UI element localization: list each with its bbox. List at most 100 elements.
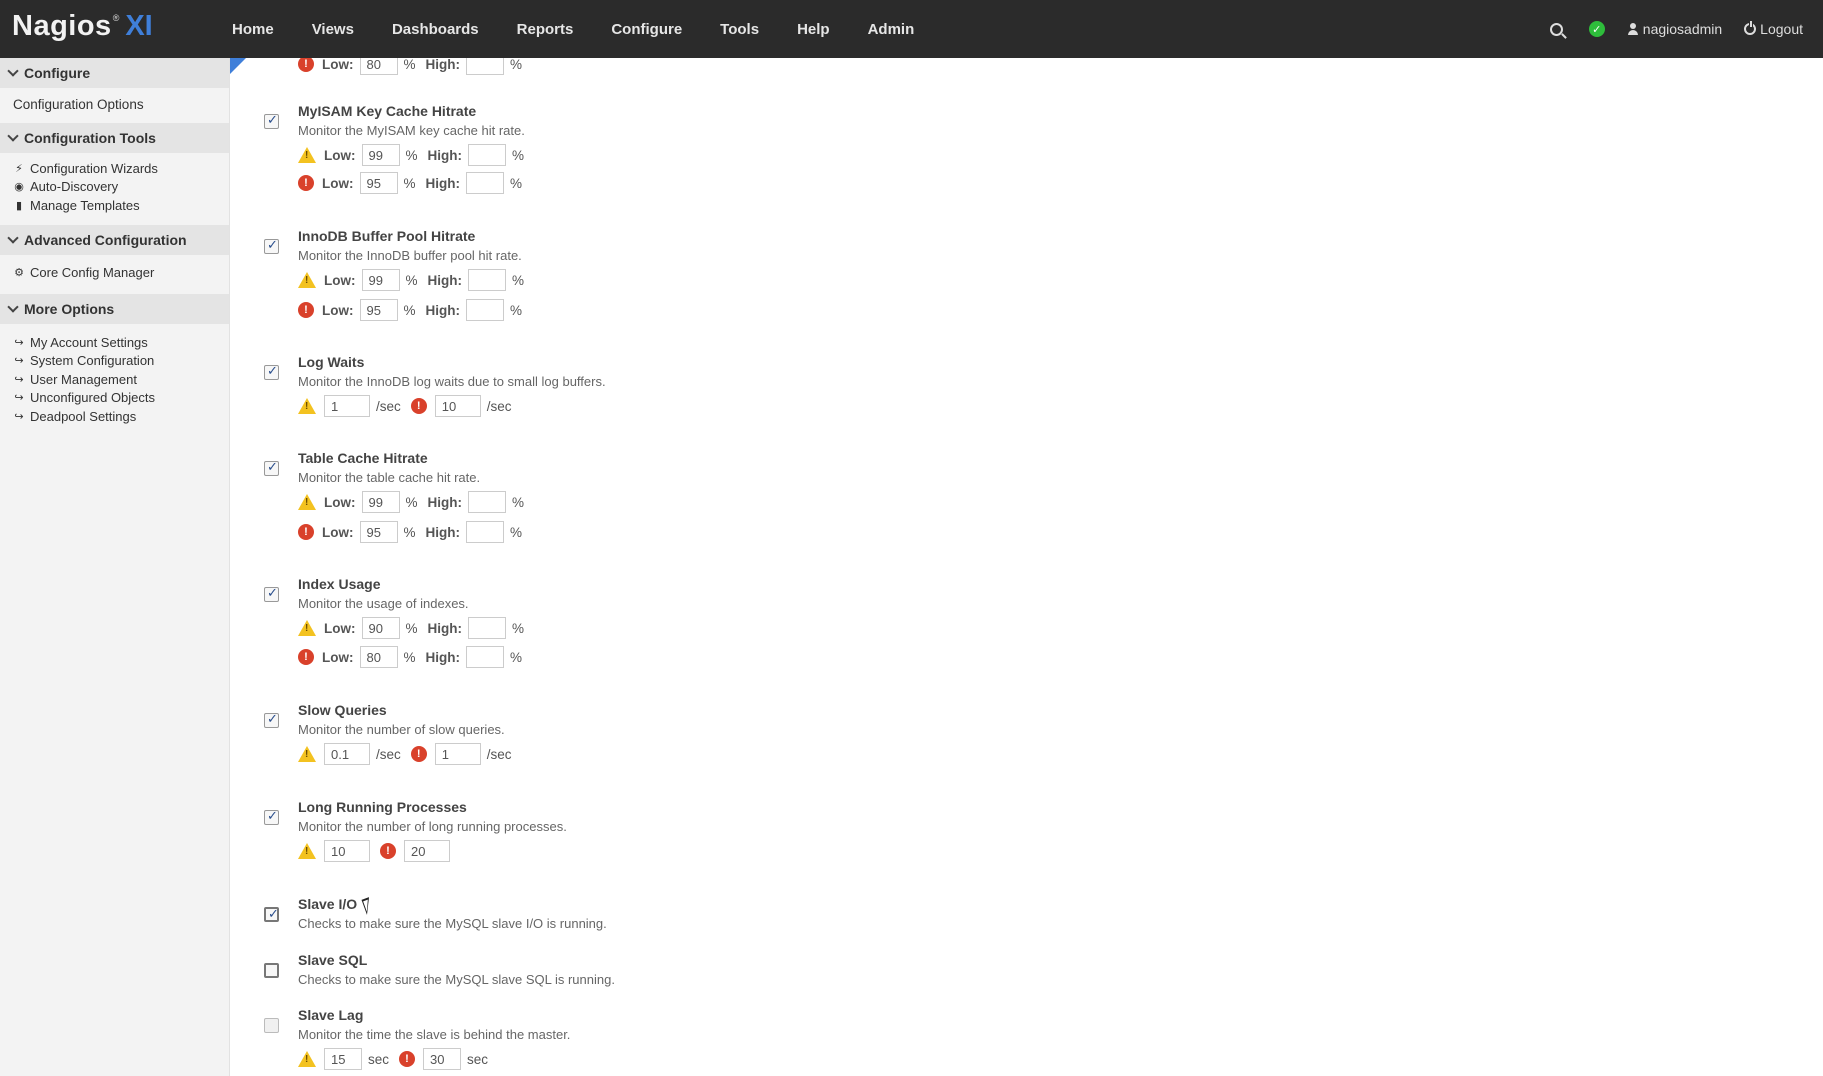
nav-home[interactable]: Home bbox=[232, 21, 274, 38]
nagios-xi-logo[interactable]: Nagios ® XI bbox=[12, 10, 153, 50]
critical-icon: ! bbox=[298, 524, 314, 540]
check-desc-table-cache: Monitor the table cache hit rate. bbox=[298, 470, 481, 485]
warning-input[interactable] bbox=[324, 840, 370, 862]
nav-help[interactable]: Help bbox=[797, 21, 830, 38]
section-title: Configure bbox=[24, 65, 91, 81]
sidebar-section-body: ⚙ Core Config Manager bbox=[0, 255, 229, 295]
sidebar-section-more-options[interactable]: More Options bbox=[0, 294, 229, 324]
percent-unit: % bbox=[405, 272, 418, 288]
sidebar-item-label: Core Config Manager bbox=[30, 265, 155, 281]
slow-queries-checkbox[interactable] bbox=[264, 711, 279, 728]
critical-low-input[interactable] bbox=[359, 521, 398, 543]
warning-high-input[interactable] bbox=[468, 491, 507, 513]
nav-views[interactable]: Views bbox=[312, 21, 354, 38]
slave-lag-checkbox[interactable] bbox=[264, 1018, 279, 1033]
nav-tools[interactable]: Tools bbox=[720, 21, 759, 38]
sidebar-item-system-configuration[interactable]: ↪ System Configuration bbox=[12, 352, 229, 371]
log-waits-checkbox[interactable] bbox=[264, 363, 279, 380]
percent-unit: % bbox=[512, 620, 525, 636]
critical-high-input[interactable] bbox=[466, 58, 505, 75]
percent-unit: % bbox=[403, 302, 416, 318]
high-label: High: bbox=[427, 620, 463, 636]
search-icon[interactable] bbox=[1549, 22, 1563, 36]
check-title-slave-sql: Slave SQL bbox=[298, 952, 368, 968]
logout-link[interactable]: Logout bbox=[1760, 21, 1803, 37]
sidebar-item-my-account-settings[interactable]: ↪ My Account Settings bbox=[12, 333, 229, 352]
check-desc-slave-io: Checks to make sure the MySQL slave I/O … bbox=[298, 916, 607, 931]
long-running-processes-checkbox[interactable] bbox=[264, 808, 279, 825]
username-link[interactable]: nagiosadmin bbox=[1643, 21, 1722, 37]
wand-icon: ⚡ bbox=[15, 162, 23, 175]
index-usage-checkbox[interactable] bbox=[264, 585, 279, 602]
percent-unit: % bbox=[510, 58, 523, 72]
check-desc-slow-queries: Monitor the number of slow queries. bbox=[298, 722, 505, 737]
percent-unit: % bbox=[512, 494, 525, 510]
sidebar-section-configure[interactable]: Configure bbox=[0, 58, 229, 88]
sidebar-section-advanced-configuration[interactable]: Advanced Configuration bbox=[0, 224, 229, 255]
sidebar-item-label: Unconfigured Objects bbox=[30, 390, 156, 406]
low-label: Low: bbox=[322, 58, 354, 72]
warning-input[interactable] bbox=[324, 1048, 362, 1070]
warning-low-input[interactable] bbox=[361, 491, 400, 513]
sidebar-item-deadpool-settings[interactable]: ↪ Deadpool Settings bbox=[12, 407, 229, 426]
critical-icon: ! bbox=[298, 302, 314, 318]
sidebar-section-configuration-tools[interactable]: Configuration Tools bbox=[0, 123, 229, 153]
warning-input[interactable] bbox=[324, 743, 370, 765]
threshold-row-critical: ! Low: % High: % bbox=[298, 645, 522, 669]
sidebar-item-core-config-manager[interactable]: ⚙ Core Config Manager bbox=[12, 264, 229, 283]
section-title: Advanced Configuration bbox=[24, 231, 187, 248]
critical-input[interactable] bbox=[404, 840, 450, 862]
myisam-checkbox[interactable] bbox=[264, 112, 279, 129]
critical-input[interactable] bbox=[434, 743, 481, 765]
table-cache-checkbox[interactable] bbox=[264, 459, 279, 476]
warning-high-input[interactable] bbox=[468, 144, 507, 166]
nav-reports[interactable]: Reports bbox=[517, 21, 574, 38]
critical-low-input[interactable] bbox=[359, 646, 398, 668]
critical-input[interactable] bbox=[434, 395, 481, 417]
warning-low-input[interactable] bbox=[361, 144, 400, 166]
threshold-row-critical-partial: ! Low: % High: % bbox=[298, 58, 522, 76]
sidebar-item-manage-templates[interactable]: ▮ Manage Templates bbox=[12, 196, 229, 215]
critical-low-input[interactable] bbox=[359, 172, 398, 194]
sidebar-item-configuration-wizards[interactable]: ⚡ Configuration Wizards bbox=[12, 159, 229, 178]
critical-low-input[interactable] bbox=[359, 58, 398, 75]
check-title-log-waits: Log Waits bbox=[298, 354, 365, 370]
check-desc-slave-sql: Checks to make sure the MySQL slave SQL … bbox=[298, 972, 615, 987]
sidebar-item-label: User Management bbox=[30, 371, 137, 387]
system-status-icon[interactable]: ✓ bbox=[1588, 21, 1605, 37]
nav-dashboards[interactable]: Dashboards bbox=[392, 21, 479, 38]
threshold-row-critical: ! Low: % High: % bbox=[298, 171, 522, 195]
per-sec-unit: /sec bbox=[486, 746, 512, 762]
warning-icon bbox=[298, 272, 316, 288]
critical-low-input[interactable] bbox=[359, 299, 398, 321]
sidebar-item-user-management[interactable]: ↪ User Management bbox=[12, 370, 229, 389]
sidebar-item-configuration-options[interactable]: Configuration Options bbox=[0, 88, 229, 123]
percent-unit: % bbox=[510, 649, 523, 665]
nav-configure[interactable]: Configure bbox=[611, 21, 682, 38]
critical-icon: ! bbox=[410, 398, 427, 414]
critical-icon: ! bbox=[298, 58, 314, 72]
share-arrow-icon: ↪ bbox=[14, 410, 24, 423]
critical-high-input[interactable] bbox=[466, 646, 505, 668]
sidebar-item-auto-discovery[interactable]: ◉ Auto-Discovery bbox=[12, 178, 229, 197]
logo-xi: XI bbox=[125, 10, 153, 42]
innodb-checkbox[interactable] bbox=[264, 237, 279, 254]
warning-high-input[interactable] bbox=[468, 617, 507, 639]
critical-high-input[interactable] bbox=[466, 172, 505, 194]
critical-high-input[interactable] bbox=[466, 521, 505, 543]
per-sec-unit: /sec bbox=[376, 398, 401, 414]
sidebar-item-unconfigured-objects[interactable]: ↪ Unconfigured Objects bbox=[12, 389, 229, 408]
critical-high-input[interactable] bbox=[466, 299, 505, 321]
critical-input[interactable] bbox=[423, 1048, 462, 1070]
high-label: High: bbox=[425, 302, 461, 318]
slave-io-checkbox[interactable] bbox=[264, 906, 279, 922]
slave-sql-checkbox[interactable] bbox=[264, 963, 279, 978]
warning-high-input[interactable] bbox=[468, 269, 507, 291]
threshold-row-warning: Low: % High: % bbox=[298, 616, 524, 640]
critical-icon: ! bbox=[399, 1051, 416, 1067]
warning-low-input[interactable] bbox=[361, 617, 400, 639]
warning-low-input[interactable] bbox=[361, 269, 400, 291]
file-icon: ▮ bbox=[15, 199, 23, 212]
nav-admin[interactable]: Admin bbox=[868, 21, 915, 38]
warning-input[interactable] bbox=[324, 395, 370, 417]
